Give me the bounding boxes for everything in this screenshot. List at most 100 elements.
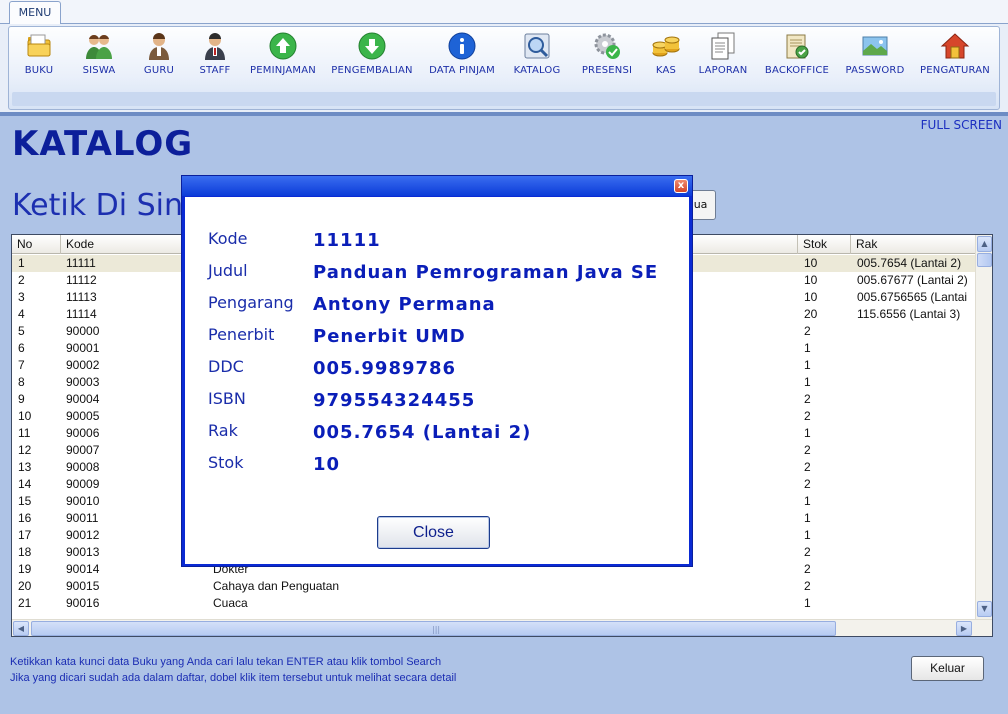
close-icon[interactable]: x	[674, 179, 688, 193]
menu-item-katalog[interactable]: KATALOG	[509, 31, 565, 83]
menu-item-label: KAS	[655, 65, 677, 76]
table-row[interactable]: 21 90016 Cuaca 1	[12, 595, 975, 612]
horizontal-scroll-thumb[interactable]: |||	[31, 621, 836, 636]
grip-icon: |||	[432, 625, 441, 634]
table-cell-no: 9	[18, 392, 25, 406]
menu-item-label: PASSWORD	[845, 65, 905, 76]
menu-item-laporan[interactable]: LAPORAN	[695, 31, 751, 83]
table-cell-no: 11	[18, 426, 31, 440]
table-cell-no: 6	[18, 341, 25, 355]
info-icon	[447, 31, 477, 61]
menu-item-pengaturan[interactable]: PENGATURAN	[915, 31, 995, 83]
table-cell-stok: 1	[804, 358, 811, 372]
menu-item-pengembalian[interactable]: PENGEMBALIAN	[327, 31, 417, 83]
search-prompt-label: Ketik Di Sin	[12, 188, 184, 223]
table-cell-no: 12	[18, 443, 32, 457]
table-cell-no: 14	[18, 477, 32, 491]
field-label-stok: Stok	[208, 453, 244, 472]
menu-item-backoffice[interactable]: BACKOFFICE	[760, 31, 834, 83]
folder-icon	[24, 31, 54, 61]
menu-tab[interactable]: MENU	[9, 1, 61, 24]
table-cell-rak	[857, 510, 975, 527]
column-header-rak[interactable]: Rak	[851, 235, 975, 254]
teacher-icon	[144, 31, 174, 61]
menu-item-label: LAPORAN	[698, 65, 748, 76]
table-cell-stok: 2	[804, 324, 811, 338]
menu-item-label: BUKU	[24, 65, 54, 76]
hint-text: Jika yang dicari sudah ada dalam daftar,…	[10, 672, 457, 684]
menu-item-label: PRESENSI	[581, 65, 633, 76]
ribbon-strip	[12, 92, 996, 106]
field-label-kode: Kode	[208, 229, 248, 248]
hint-text: Ketikkan kata kunci data Buku yang Anda …	[10, 656, 442, 668]
vertical-scrollbar[interactable]: ▲ ▼	[975, 235, 992, 619]
table-cell-no: 17	[18, 528, 32, 542]
table-cell-no: 20	[18, 579, 32, 593]
table-cell-rak	[857, 493, 975, 510]
field-value-penerbit: Penerbit UMD	[313, 326, 466, 347]
keluar-button[interactable]: Keluar	[911, 656, 984, 681]
column-header-stok[interactable]: Stok	[798, 235, 851, 254]
menu-item-staff[interactable]: STAFF	[195, 31, 235, 83]
menu-item-label: PENGATURAN	[920, 65, 990, 76]
menu-ribbon-panel: BUKU SISWA GURU STAFF PEMINJAMAN PENGEMB…	[8, 26, 1000, 110]
table-cell-rak	[857, 527, 975, 544]
menu-item-data-pinjam[interactable]: DATA PINJAM	[423, 31, 501, 83]
table-cell-no: 18	[18, 545, 32, 559]
menu-item-siswa[interactable]: SISWA	[79, 31, 119, 83]
menu-item-buku[interactable]: BUKU	[18, 31, 60, 83]
menu-item-label: SISWA	[82, 65, 116, 76]
table-cell-stok: 2	[804, 460, 811, 474]
scroll-right-icon[interactable]: ▶	[956, 621, 972, 636]
menu-item-presensi[interactable]: PRESENSI	[577, 31, 637, 83]
scroll-up-icon[interactable]: ▲	[977, 236, 992, 252]
table-cell-rak	[857, 578, 975, 595]
table-cell-no: 13	[18, 460, 32, 474]
table-cell-rak: 005.7654 (Lantai 2)	[857, 256, 962, 270]
table-cell-no: 15	[18, 494, 32, 508]
field-label-rak: Rak	[208, 421, 238, 440]
scroll-down-icon[interactable]: ▼	[977, 601, 992, 617]
office-icon	[782, 31, 812, 61]
field-value-rak: 005.7654 (Lantai 2)	[313, 422, 532, 443]
menu-item-kas[interactable]: KAS	[649, 31, 683, 83]
table-row[interactable]: 20 90015 Cahaya dan Penguatan 2	[12, 578, 975, 595]
table-cell-rak	[857, 476, 975, 493]
column-header-no[interactable]: No	[12, 235, 61, 254]
coins-icon	[651, 31, 681, 61]
dialog-titlebar[interactable]: x	[182, 176, 692, 196]
table-cell-rak: 005.67677 (Lantai 2)	[857, 273, 968, 287]
table-cell-stok: 20	[804, 307, 818, 321]
table-cell-stok: 1	[804, 596, 811, 610]
menu-item-password[interactable]: PASSWORD	[843, 31, 907, 83]
scroll-left-icon[interactable]: ◀	[13, 621, 29, 636]
full-screen-link[interactable]: FULL SCREEN	[921, 118, 1002, 132]
table-cell-stok: 2	[804, 477, 811, 491]
table-cell-kode: 90015	[66, 579, 100, 593]
table-cell-stok: 1	[804, 494, 811, 508]
table-cell-rak: 005.6756565 (Lantai	[857, 290, 968, 304]
horizontal-scrollbar[interactable]: ◀ ||| ▶	[12, 619, 992, 636]
field-label-isbn: ISBN	[208, 389, 246, 408]
menu-ribbon: BUKU SISWA GURU STAFF PEMINJAMAN PENGEMB…	[0, 24, 1008, 112]
table-cell-rak	[857, 357, 975, 374]
menu-item-guru[interactable]: GURU	[142, 31, 176, 83]
table-cell-rak	[857, 340, 975, 357]
arrow-up-icon	[268, 31, 298, 61]
table-cell-rak	[857, 374, 975, 391]
book-detail-dialog: x Kode 11111 Judul Panduan Pemrograman J…	[181, 175, 693, 567]
field-label-pengarang: Pengarang	[208, 293, 294, 312]
table-cell-stok: 2	[804, 443, 811, 457]
table-cell-stok: 10	[804, 256, 818, 270]
arrow-down-icon	[357, 31, 387, 61]
table-cell-stok: 1	[804, 528, 811, 542]
menu-item-label: GURU	[143, 65, 175, 76]
menu-item-peminjaman[interactable]: PEMINJAMAN	[245, 31, 321, 83]
table-cell-rak	[857, 561, 975, 578]
table-cell-rak	[857, 442, 975, 459]
catalog-search-icon	[522, 31, 552, 61]
header-separator	[0, 112, 1008, 116]
close-button[interactable]: Close	[377, 516, 490, 549]
vertical-scroll-thumb[interactable]	[977, 253, 992, 267]
table-cell-no: 8	[18, 375, 25, 389]
